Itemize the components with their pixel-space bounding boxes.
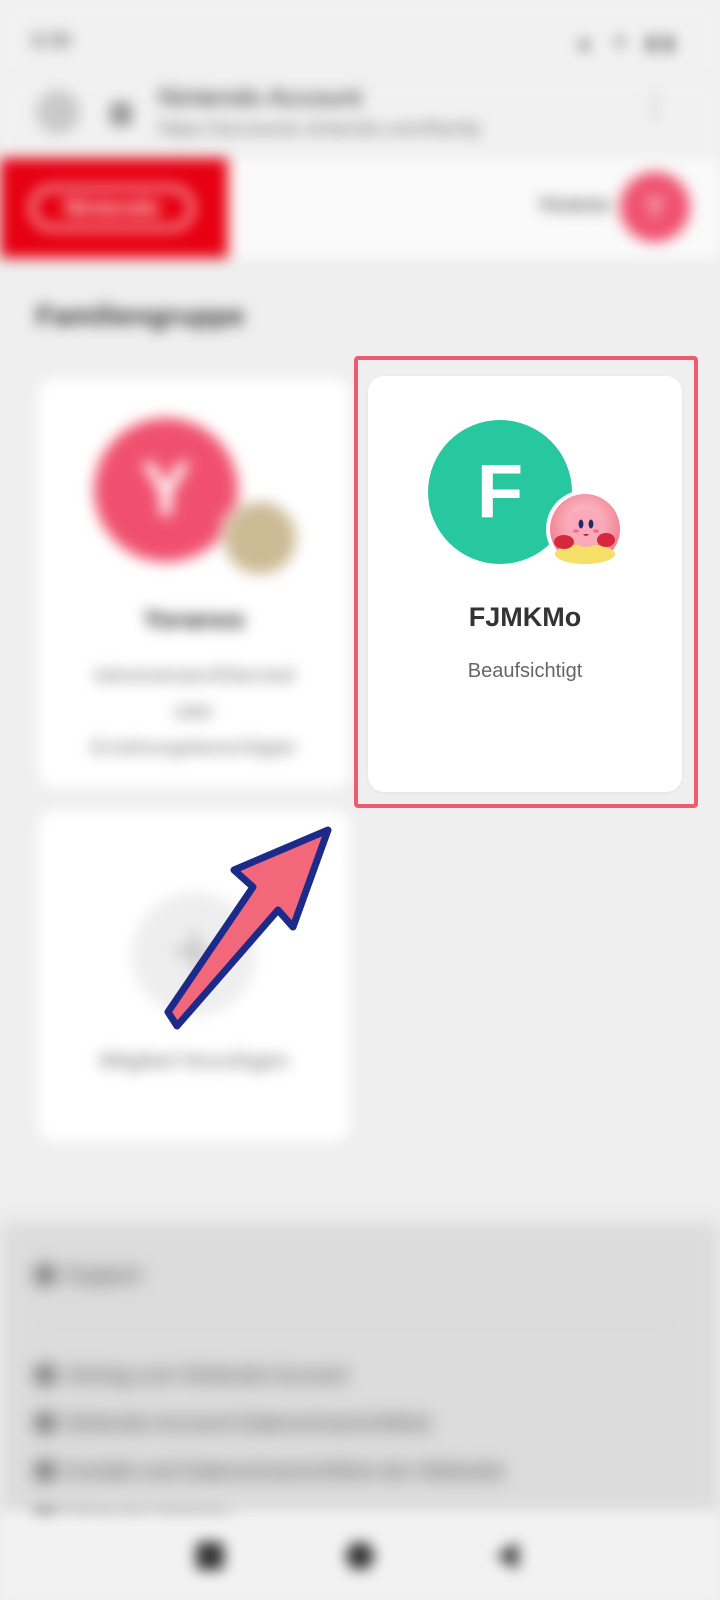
header-avatar[interactable]: Y [620, 172, 690, 242]
back-icon[interactable] [496, 1542, 518, 1570]
site-footer: Support Vertrag zum Nintendo Account Nin… [0, 1222, 720, 1531]
footer-link-label: Kontakt und Datenschutzrichtlinie der We… [64, 1460, 505, 1483]
highlight-frame [354, 356, 698, 808]
recent-apps-icon[interactable] [196, 1542, 224, 1570]
mii-badge-icon [220, 498, 300, 578]
info-icon [36, 1266, 54, 1284]
footer-support[interactable]: Support [36, 1262, 141, 1288]
footer-link[interactable]: Nintendo-Account-Datenschutzrichtlinie [36, 1400, 505, 1448]
page-title: Familiengruppe [36, 300, 245, 331]
divider [36, 1316, 676, 1317]
system-nav-bar [0, 1514, 720, 1600]
lock-icon[interactable] [110, 102, 132, 126]
home-icon[interactable] [346, 1542, 374, 1570]
member-card-admin[interactable]: Y Yoranos Administrator/Elternteil oder … [38, 378, 350, 788]
footer-link[interactable]: Kontakt und Datenschutzrichtlinie der We… [36, 1448, 505, 1496]
arrow-annotation-icon [164, 826, 332, 1030]
browser-url-bar: Nintendo Account https://accounts.ninten… [0, 80, 720, 160]
status-icons: ▲ ✦ ▮▮ [574, 32, 680, 54]
add-member-label: Mitglied hinzufügen [99, 1048, 289, 1073]
link-icon [36, 1414, 54, 1432]
footer-link-label: Nintendo-Account-Datenschutzrichtlinie [64, 1412, 432, 1435]
link-icon [36, 1462, 54, 1480]
browser-page-title[interactable]: Nintendo Account [158, 82, 362, 113]
more-menu-icon[interactable]: ⋮ [640, 90, 670, 125]
site-header: Nintendo Yoranos Y [0, 158, 720, 258]
browser-address[interactable]: https://accounts.nintendo.com/family [158, 118, 482, 141]
member-role: Administrator/Elternteil oder Erziehungs… [91, 665, 297, 759]
status-time: 6:30 [32, 30, 71, 52]
member-name: Yoranos [142, 604, 246, 634]
footer-link-label: Vertrag zum Nintendo Account [64, 1364, 348, 1387]
brand-logo[interactable]: Nintendo [0, 158, 228, 258]
avatar: Y [94, 418, 238, 562]
footer-link[interactable]: Vertrag zum Nintendo Account [36, 1352, 505, 1400]
link-icon [36, 1366, 54, 1384]
footer-support-label: Support [64, 1262, 142, 1287]
header-user-name[interactable]: Yoranos [537, 194, 610, 217]
brand-logo-text: Nintendo [30, 186, 194, 230]
status-bar: 6:30 ▲ ✦ ▮▮ [0, 0, 720, 80]
globe-icon[interactable] [36, 90, 80, 134]
